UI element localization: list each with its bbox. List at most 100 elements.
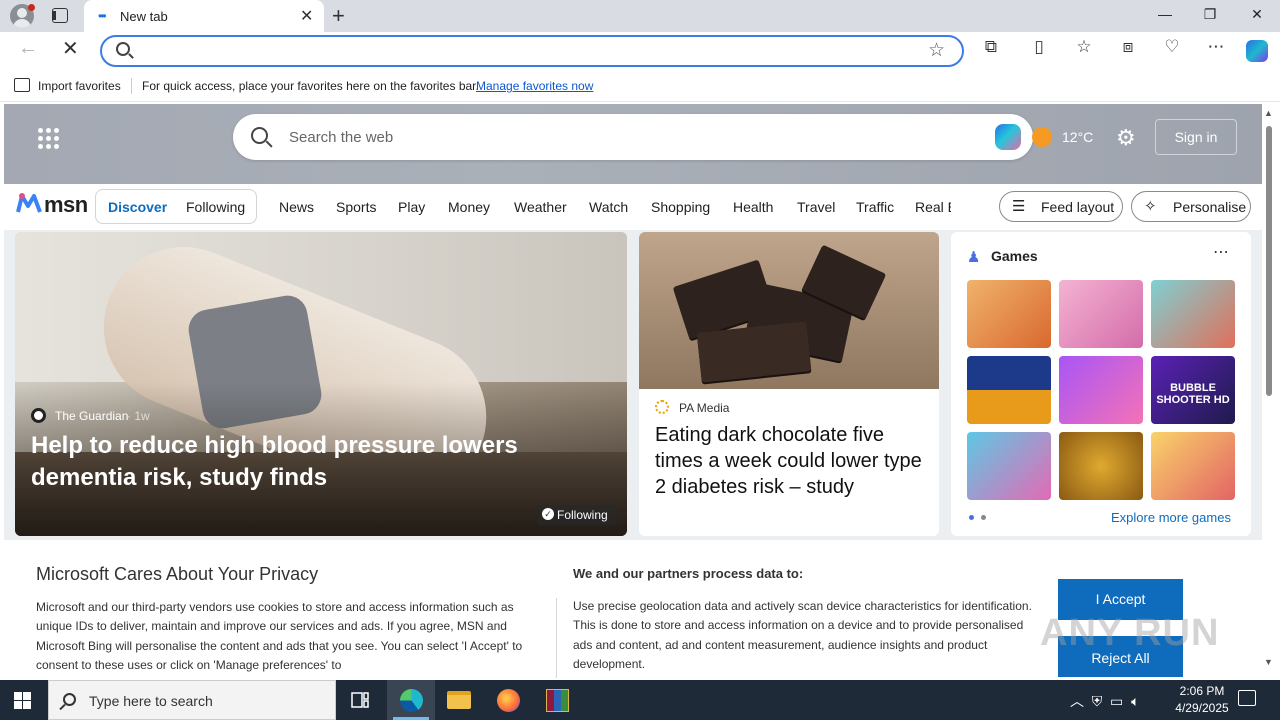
minimize-icon[interactable]: — [1152, 6, 1178, 22]
game-tile[interactable] [967, 280, 1051, 348]
game-tile[interactable] [967, 356, 1051, 424]
game-tile[interactable] [1151, 432, 1235, 500]
explore-more-games-link[interactable]: Explore more games [1111, 510, 1231, 525]
hero-age: · 1w [127, 409, 150, 423]
privacy-banner: Microsoft Cares About Your Privacy Micro… [4, 540, 1262, 678]
back-icon[interactable]: ← [18, 37, 38, 60]
more-menu-icon[interactable]: ⋯ [1204, 37, 1228, 57]
split-screen-icon[interactable]: ▯ [1027, 37, 1051, 57]
tab-discover[interactable]: Discover [108, 199, 167, 215]
nav-real-estate[interactable]: Real E [915, 199, 951, 215]
scroll-down-icon[interactable]: ▼ [1264, 657, 1273, 667]
card2-source[interactable]: PA Media [679, 401, 729, 415]
task-view-icon[interactable] [350, 690, 370, 710]
nav-travel[interactable]: Travel [797, 199, 835, 215]
browser-toolbar: ← ✕ ☆ ⧉ ▯ ☆ ⧈ ♡ ⋯ [0, 32, 1280, 70]
nav-weather[interactable]: Weather [514, 199, 567, 215]
browser-essentials-icon[interactable]: ♡ [1160, 37, 1184, 57]
sign-in-button[interactable]: Sign in [1155, 119, 1237, 155]
personalise-label: Personalise [1173, 199, 1247, 215]
taskbar-search-box[interactable]: Type here to search [48, 680, 336, 720]
address-bar[interactable]: ☆ [100, 35, 964, 67]
firefox-icon [497, 689, 520, 712]
tab-title: New tab [120, 9, 168, 24]
divider [131, 78, 132, 94]
clock-time[interactable]: 2:06 PM [1172, 684, 1232, 698]
msn-butterfly-icon[interactable] [16, 192, 42, 216]
scroll-thumb[interactable] [1266, 126, 1272, 396]
copilot-search-icon[interactable] [995, 124, 1021, 150]
collections-icon[interactable]: ⧈ [1116, 37, 1140, 57]
personalise-button[interactable]: ✧ Personalise [1131, 191, 1251, 222]
feed-layout-label: Feed layout [1041, 199, 1115, 215]
restore-icon[interactable]: ❐ [1197, 6, 1223, 23]
tab-actions-icon[interactable] [52, 8, 68, 23]
page-scrollbar[interactable]: ▲ ▼ [1262, 104, 1276, 676]
carousel-dot-active[interactable] [969, 515, 974, 520]
edge-icon [400, 689, 423, 712]
manage-favorites-link[interactable]: Manage favorites now [476, 79, 593, 93]
hero-news-card[interactable]: The Guardian · 1w Help to reduce high bl… [15, 232, 627, 536]
following-badge[interactable]: Following [537, 505, 617, 525]
system-tray-icons[interactable]: ︿ ⛨ ▭ 🔈︎ [1070, 691, 1139, 711]
partners-title: We and our partners process data to: [573, 566, 804, 581]
nav-news[interactable]: News [279, 199, 314, 215]
game-tile[interactable] [1059, 280, 1143, 348]
settings-gear-icon[interactable]: ⚙ [1116, 125, 1136, 151]
nav-health[interactable]: Health [733, 199, 773, 215]
nav-money[interactable]: Money [448, 199, 490, 215]
hero-source[interactable]: The Guardian [55, 409, 128, 423]
stop-loading-icon[interactable]: ✕ [62, 36, 79, 61]
card2-headline[interactable]: Eating dark chocolate five times a week … [655, 422, 925, 500]
more-options-icon[interactable]: ⋯ [1213, 242, 1229, 262]
games-icon: ♟ [967, 249, 981, 266]
feed-layout-button[interactable]: ☰ Feed layout [999, 191, 1123, 222]
chocolate-image [639, 232, 939, 389]
bubble-shooter-text: BUBBLE SHOOTER HD [1156, 382, 1230, 406]
nav-shopping[interactable]: Shopping [651, 199, 710, 215]
game-tile[interactable] [1059, 432, 1143, 500]
windows-start-icon[interactable] [14, 692, 31, 709]
msn-logo-text[interactable]: msn [44, 192, 88, 218]
nav-play[interactable]: Play [398, 199, 425, 215]
import-favorites-button[interactable]: Import favorites [38, 79, 121, 93]
sparkle-icon: ✧ [1144, 198, 1157, 215]
game-tile-bubble-shooter[interactable]: BUBBLE SHOOTER HD [1151, 356, 1235, 424]
taskbar-edge[interactable] [387, 680, 435, 720]
nav-traffic[interactable]: Traffic [856, 199, 894, 215]
apps-grid-icon[interactable] [38, 128, 60, 150]
partners-body: Use precise geolocation data and activel… [573, 599, 1032, 671]
news-card-chocolate[interactable]: PA Media Eating dark chocolate five time… [639, 232, 939, 536]
game-tile[interactable] [1151, 280, 1235, 348]
scroll-up-icon[interactable]: ▲ [1264, 108, 1273, 118]
copilot-icon[interactable] [1246, 40, 1268, 62]
taskbar-file-explorer[interactable] [435, 680, 483, 720]
close-window-icon[interactable]: ✕ [1244, 6, 1270, 23]
close-tab-icon[interactable]: ✕ [300, 6, 313, 26]
notification-center-icon[interactable] [1238, 690, 1256, 706]
favorites-icon[interactable]: ☆ [1072, 37, 1096, 57]
weather-temperature[interactable]: 12°C [1062, 129, 1093, 145]
games-title[interactable]: Games [991, 248, 1038, 264]
import-favorites-icon[interactable] [14, 78, 30, 92]
taskbar-winrar[interactable] [533, 680, 581, 720]
game-tile[interactable] [1059, 356, 1143, 424]
weather-sun-icon[interactable] [1032, 127, 1052, 147]
clock-date[interactable]: 4/29/2025 [1166, 701, 1238, 715]
sliders-icon: ☰ [1012, 198, 1026, 215]
taskbar-firefox[interactable] [484, 680, 532, 720]
carousel-dot[interactable] [981, 515, 986, 520]
web-search-box[interactable]: Search the web [233, 114, 1033, 160]
game-tile[interactable] [967, 432, 1051, 500]
favorite-star-icon[interactable]: ☆ [928, 39, 945, 62]
extensions-icon[interactable]: ⧉ [979, 37, 1003, 57]
guardian-source-icon [31, 408, 46, 423]
divider [556, 598, 557, 678]
nav-sports[interactable]: Sports [336, 199, 376, 215]
nav-watch[interactable]: Watch [589, 199, 628, 215]
hero-headline[interactable]: Help to reduce high blood pressure lower… [31, 430, 621, 494]
tab-new-tab[interactable]: ••• New tab ✕ [84, 0, 324, 32]
new-tab-icon[interactable]: + [332, 3, 352, 29]
tab-following[interactable]: Following [186, 199, 245, 215]
favorites-bar: Import favorites For quick access, place… [0, 70, 1280, 102]
